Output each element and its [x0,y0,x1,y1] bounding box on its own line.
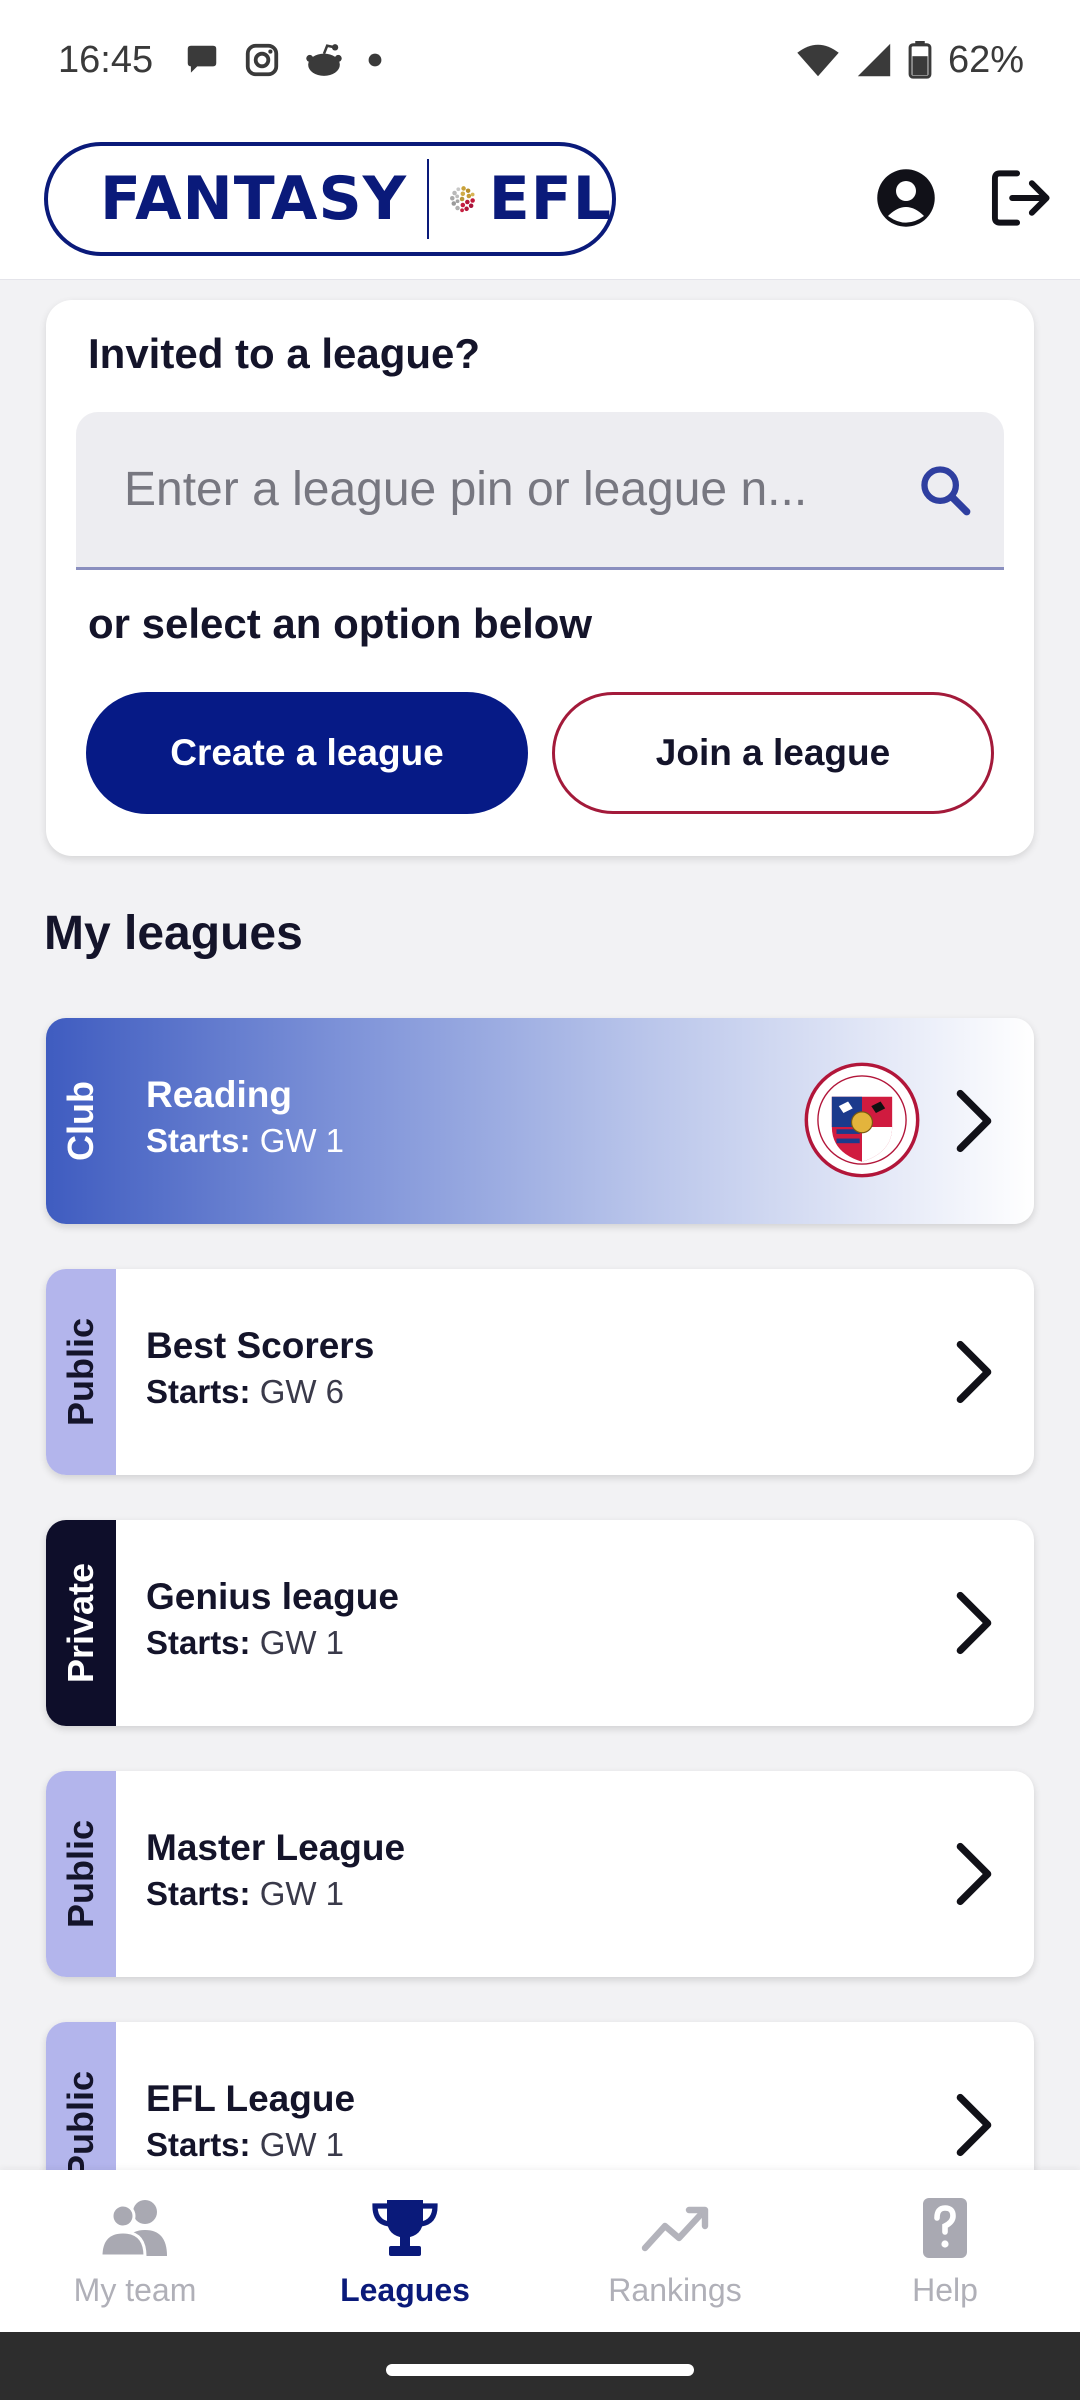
league-name: EFL League [146,2078,356,2119]
league-starts: Starts: GW 1 [146,1624,399,1662]
trend-icon [641,2206,709,2252]
reading-fc-crest-icon [804,1062,920,1178]
nav-label: Leagues [340,2272,470,2308]
starts-value: GW 6 [259,1373,345,1410]
logout-icon[interactable] [990,168,1054,228]
fantasy-efl-logo[interactable]: FANTASY EFL [44,142,616,256]
chevron-right-icon[interactable] [952,1337,996,1407]
my-leagues-title: My leagues [44,907,303,960]
league-tag: Public [46,1269,116,1475]
or-select-text: or select an option below [88,600,593,647]
league-search-input[interactable] [124,462,896,517]
status-bar: 16:45 62% [0,0,1080,120]
league-card-best-scorers[interactable]: Public Best Scorers Starts: GW 6 [46,1269,1034,1475]
account-icon[interactable] [876,168,936,228]
logo-efl-text: EFL [488,164,612,234]
efl-ball-icon [447,184,477,214]
nav-item-my-team[interactable]: My team [0,2170,270,2332]
starts-value: GW 1 [259,1624,345,1661]
league-starts: Starts: GW 1 [146,2126,355,2164]
starts-value: GW 1 [259,1122,345,1159]
league-tag: Private [46,1520,116,1726]
league-name: Genius league [146,1576,399,1617]
battery-icon [908,41,932,79]
notification-icons [183,41,383,79]
invite-card: Invited to a league? or select an option… [46,300,1034,856]
nav-item-rankings[interactable]: Rankings [540,2170,810,2332]
logo-fantasy-text: FANTASY [100,164,408,234]
nav-item-leagues[interactable]: Leagues [270,2170,540,2332]
system-status: 62% [796,39,1024,82]
nav-label: My team [73,2272,197,2308]
starts-label: Starts: [146,1624,251,1661]
search-icon[interactable] [916,461,974,519]
chevron-right-icon[interactable] [952,1086,996,1156]
nav-label: Rankings [608,2272,742,2308]
chevron-right-icon[interactable] [952,1839,996,1909]
league-name: Master League [146,1827,406,1868]
league-info: Genius league Starts: GW 1 [146,1576,399,1662]
league-card-reading[interactable]: Club Reading Starts: GW 1 [46,1018,1034,1224]
league-info: Reading Starts: GW 1 [146,1074,344,1160]
league-search-box[interactable] [76,412,1004,570]
league-tag-label: Public [60,2070,101,2180]
starts-label: Starts: [146,2126,251,2163]
join-league-button[interactable]: Join a league [552,692,994,814]
league-starts: Starts: GW 1 [146,1875,405,1913]
help-icon [923,2198,967,2258]
bottom-nav: My team Leagues Rankings Help [0,2170,1080,2332]
instagram-icon [243,41,281,79]
reddit-icon [303,41,345,79]
league-tag: Public [46,1771,116,1977]
league-tag-label: Club [60,1081,102,1161]
starts-value: GW 1 [259,2126,345,2163]
home-gesture-handle[interactable] [386,2364,694,2376]
starts-label: Starts: [146,1373,251,1410]
league-name: Reading [146,1074,292,1115]
dot-icon [367,52,383,68]
league-tag-label: Private [60,1562,102,1684]
starts-label: Starts: [146,1122,251,1159]
signal-icon [856,42,892,78]
chevron-right-icon[interactable] [952,1588,996,1658]
chevron-right-icon[interactable] [952,2090,996,2160]
create-league-button[interactable]: Create a league [86,692,528,814]
system-gesture-area [0,2332,1080,2400]
league-starts: Starts: GW 1 [146,1122,344,1160]
battery-level: 62% [947,38,1024,81]
status-time: 16:45 [58,38,154,81]
league-info: Best Scorers Starts: GW 6 [146,1325,374,1411]
league-info: EFL League Starts: GW 1 [146,2078,355,2164]
invite-title: Invited to a league? [88,330,481,377]
league-tag-label: Public [60,1317,101,1427]
logo-divider [427,159,429,239]
app-header: FANTASY EFL [0,120,1080,280]
league-card-genius-league[interactable]: Private Genius league Starts: GW 1 [46,1520,1034,1726]
starts-value: GW 1 [259,1875,345,1912]
league-info: Master League Starts: GW 1 [146,1827,405,1913]
league-tag: Club [46,1018,116,1224]
starts-label: Starts: [146,1875,251,1912]
trophy-icon [372,2200,438,2256]
nav-label: Help [912,2272,978,2308]
league-tag-label: Public [60,1819,101,1929]
league-starts: Starts: GW 6 [146,1373,374,1411]
nav-item-help[interactable]: Help [810,2170,1080,2332]
wifi-icon [796,42,840,78]
chat-bubble-icon [183,41,221,79]
team-icon [99,2200,167,2258]
league-name: Best Scorers [146,1325,375,1366]
league-card-master-league[interactable]: Public Master League Starts: GW 1 [46,1771,1034,1977]
